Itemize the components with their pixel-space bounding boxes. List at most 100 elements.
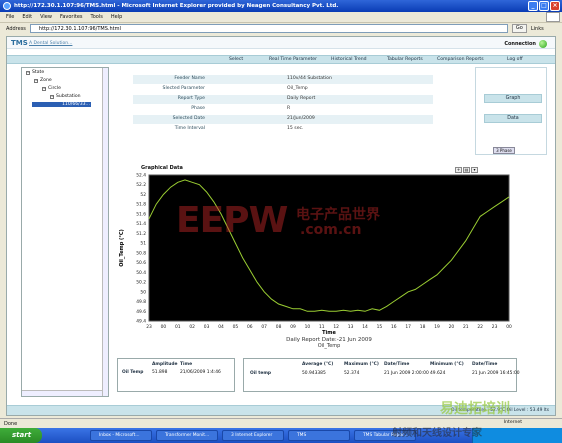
x-tick-label: 06 bbox=[247, 324, 253, 330]
info-label: Feeder Name bbox=[174, 76, 205, 81]
window-title: http://172.30.1.107:96/TMS.html - Micros… bbox=[14, 3, 339, 9]
x-tick-label: 14 bbox=[362, 324, 368, 330]
x-tick-label: 15 bbox=[377, 324, 383, 330]
task-ie[interactable]: 3 Internet Explorer bbox=[222, 430, 284, 441]
x-tick-label: 10 bbox=[305, 324, 311, 330]
chart-print-icon[interactable]: ▤ bbox=[463, 167, 470, 173]
column-header: Time bbox=[180, 362, 193, 367]
brand-subtitle[interactable]: A Dental Solution... bbox=[29, 41, 72, 46]
task-transformer[interactable]: Transformer Monit... bbox=[156, 430, 218, 441]
tree-item-feeder[interactable]: 110/66/33... bbox=[32, 102, 91, 107]
watermark-training-sub: 射频和天线设计专家 bbox=[392, 428, 482, 439]
tree-item-zone[interactable]: − Zone bbox=[34, 78, 52, 83]
y-tick-label: 49.4 bbox=[136, 319, 146, 325]
chart-save-icon[interactable]: ▾ bbox=[471, 167, 478, 173]
x-tick-label: 03 bbox=[204, 324, 210, 330]
oil-temp-chart: 49.4 49.6 49.8 50 50.2 50.4 50.6 50.8 51 51.2 51.4… bbox=[119, 173, 512, 350]
phase-toggle-button[interactable]: 3 Phase bbox=[493, 147, 515, 154]
app-header: TMS A Dental Solution... Connection bbox=[7, 37, 555, 49]
y-tick-label: 51.2 bbox=[136, 231, 146, 237]
minimum-value: 49.624 bbox=[430, 371, 446, 376]
column-header: Amplitude bbox=[152, 362, 178, 367]
row-label: Oil Temp bbox=[122, 370, 144, 375]
y-tick-label: 51.8 bbox=[136, 202, 146, 208]
menu-tools[interactable]: Tools bbox=[91, 14, 103, 20]
x-tick-label: 02 bbox=[189, 324, 195, 330]
menu-file[interactable]: File bbox=[6, 14, 14, 20]
tree-item-label: Substation bbox=[56, 94, 81, 99]
window-titlebar: http://172.30.1.107:96/TMS.html - Micros… bbox=[0, 0, 562, 12]
y-tick-label: 50 bbox=[140, 289, 146, 295]
chart-legend: Oil_Temp bbox=[318, 343, 341, 349]
maximize-icon[interactable]: □ bbox=[539, 1, 549, 11]
x-tick-label: 13 bbox=[348, 324, 354, 330]
minimum-time: 21 Jun 2009 16:45:00 bbox=[472, 371, 520, 376]
nav-tabular-reports[interactable]: Tabular Reports bbox=[387, 57, 423, 62]
tree-vertical-scrollbar[interactable] bbox=[102, 68, 108, 396]
start-button[interactable]: start bbox=[0, 428, 42, 443]
menu-help[interactable]: Help bbox=[111, 14, 122, 20]
nav-select[interactable]: Select bbox=[229, 57, 243, 62]
tree-item-circle[interactable]: − Circle bbox=[42, 86, 61, 91]
menu-favorites[interactable]: Favorites bbox=[60, 14, 83, 20]
address-input[interactable]: http://172.30.1.107:96/TMS.html bbox=[29, 24, 508, 33]
x-tick-label: 04 bbox=[218, 324, 224, 330]
nav-log-off[interactable]: Log off bbox=[507, 57, 523, 62]
x-tick-label: 22 bbox=[477, 324, 483, 330]
watermark-com: .com.cn bbox=[300, 222, 362, 238]
collapse-icon[interactable]: − bbox=[50, 94, 54, 99]
tree-item-state[interactable]: − State bbox=[26, 70, 44, 75]
collapse-icon[interactable]: − bbox=[34, 78, 38, 83]
chart-zoom-icon[interactable]: + bbox=[455, 167, 462, 173]
graph-button[interactable]: Graph bbox=[484, 94, 542, 103]
brand-logo: TMS bbox=[11, 39, 28, 47]
info-value: 21/Jun/2009 bbox=[287, 116, 315, 121]
info-label: Time Interval bbox=[174, 126, 205, 131]
x-axis-label: Time bbox=[322, 330, 336, 336]
tree-item-label: State bbox=[32, 70, 45, 75]
info-row: Slected Parameter Oil_Temp bbox=[133, 85, 433, 94]
nav-bar: Select Real Time Parameter Historical Tr… bbox=[7, 55, 555, 64]
go-button[interactable]: Go bbox=[511, 24, 527, 33]
task-tms[interactable]: TMS bbox=[288, 430, 350, 441]
x-tick-label: 01 bbox=[175, 324, 181, 330]
links-label[interactable]: Links bbox=[531, 26, 544, 32]
nav-historical-trend[interactable]: Historical Trend bbox=[331, 57, 367, 62]
minimize-icon[interactable]: _ bbox=[528, 1, 538, 11]
location-tree: − State − Zone − Circle − Substation 110… bbox=[21, 67, 109, 397]
x-tick-label: 21 bbox=[463, 324, 469, 330]
menu-edit[interactable]: Edit bbox=[22, 14, 32, 20]
tree-item-label: Circle bbox=[48, 86, 61, 91]
y-tick-label: 51.4 bbox=[136, 221, 146, 227]
maximum-value: 52.374 bbox=[344, 371, 360, 376]
task-inbox[interactable]: Inbox - Microsoft... bbox=[90, 430, 152, 441]
system-tray bbox=[472, 428, 562, 443]
tree-item-substation[interactable]: − Substation bbox=[50, 94, 81, 99]
info-label: Selected Date bbox=[172, 116, 205, 121]
amplitude-value: 51.898 bbox=[152, 370, 168, 375]
x-tick-label: 05 bbox=[233, 324, 239, 330]
y-tick-label: 50.8 bbox=[136, 250, 146, 256]
x-tick-label: 18 bbox=[420, 324, 426, 330]
data-button[interactable]: Data bbox=[484, 114, 542, 123]
column-header: Maximum (°C) bbox=[344, 362, 379, 367]
security-zone: Internet bbox=[503, 420, 522, 425]
collapse-icon[interactable]: − bbox=[42, 86, 46, 91]
menu-view[interactable]: View bbox=[40, 14, 52, 20]
tree-horizontal-scrollbar[interactable] bbox=[22, 390, 102, 396]
nav-real-time-parameter[interactable]: Real Time Parameter bbox=[269, 57, 317, 62]
ie-icon bbox=[3, 2, 11, 10]
report-info-panel: Feeder Name 110v/44 Substation Slected P… bbox=[133, 75, 468, 159]
info-row: Selected Date 21/Jun/2009 bbox=[133, 115, 433, 124]
x-tick-label: 23 bbox=[492, 324, 498, 330]
amplitude-table: Amplitude Time Oil Temp 51.898 21/06/200… bbox=[117, 358, 235, 392]
collapse-icon[interactable]: − bbox=[26, 70, 30, 75]
info-value: 110v/44 Substation bbox=[287, 76, 332, 81]
view-buttons-panel: Graph Data bbox=[475, 67, 547, 155]
menu-bar: File Edit View Favorites Tools Help bbox=[0, 12, 562, 22]
close-icon[interactable]: × bbox=[550, 1, 560, 11]
status-text: Done bbox=[4, 420, 18, 427]
nav-comparison-reports[interactable]: Comparison Reports bbox=[437, 57, 484, 62]
y-tick-label: 51.6 bbox=[136, 211, 146, 217]
x-tick-label: 00 bbox=[161, 324, 167, 330]
